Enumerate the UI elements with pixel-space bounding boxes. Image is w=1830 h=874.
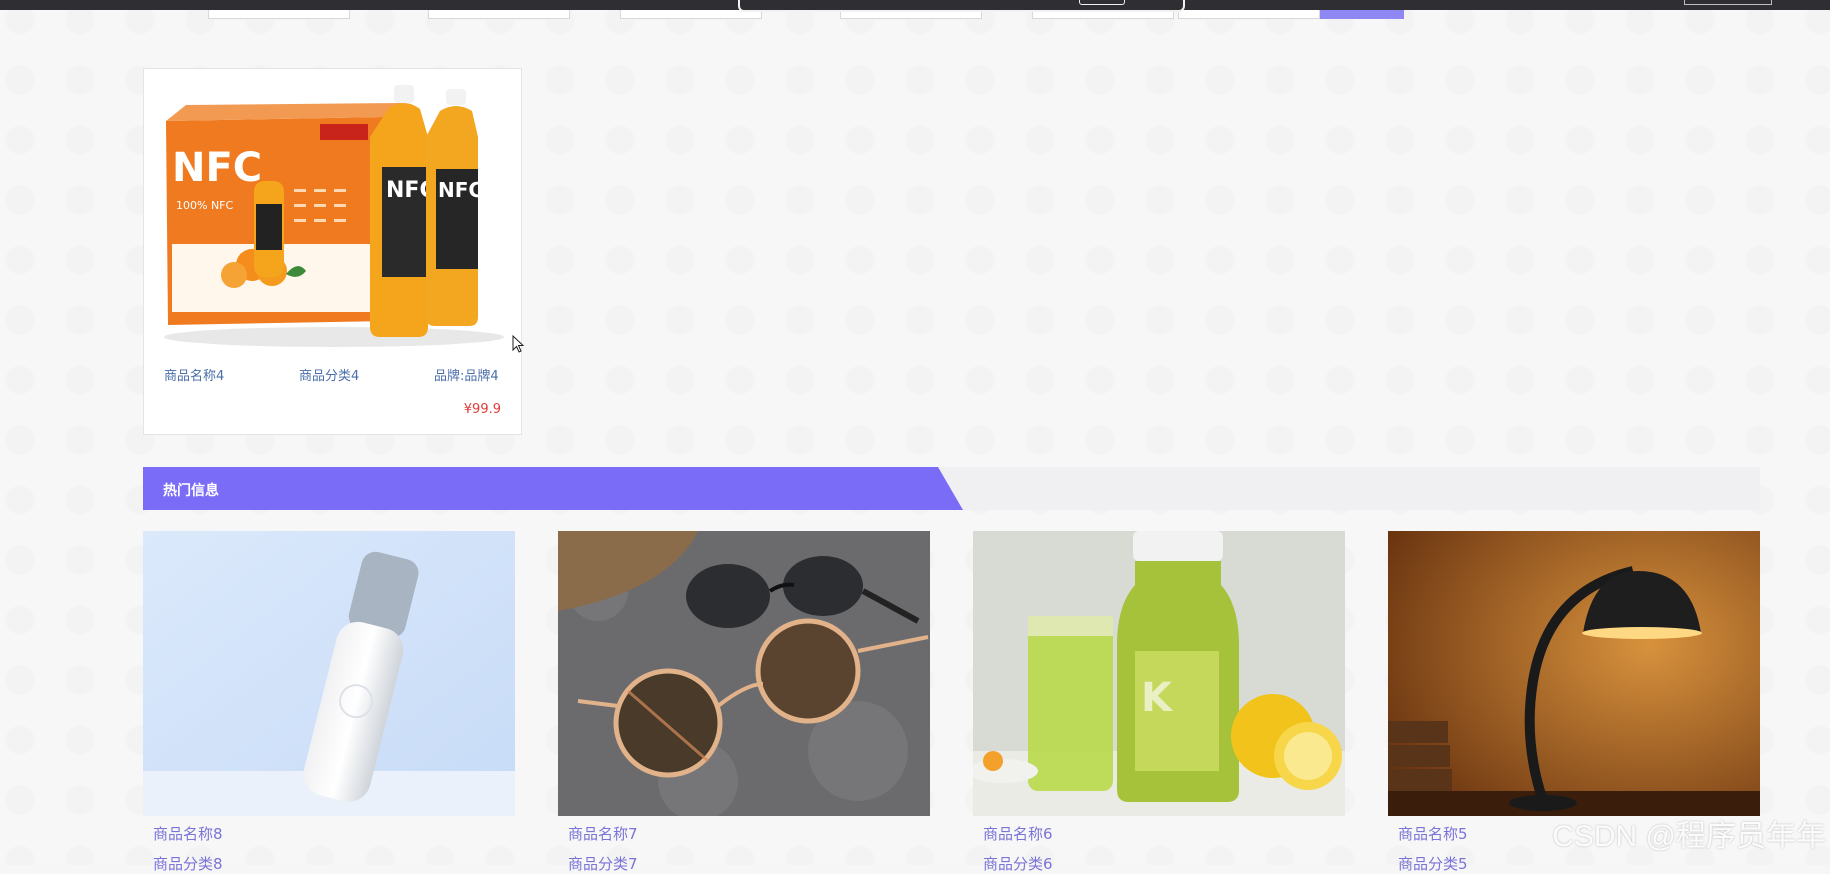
hot-product-name[interactable]: 商品名称8 [153, 823, 223, 844]
featured-product-category[interactable]: 商品分类4 [299, 365, 359, 384]
hot-product-card[interactable]: 商品名称8 商品分类8 [143, 531, 515, 865]
svg-text:NFC: NFC [438, 178, 483, 202]
mouse-cursor-icon [512, 335, 524, 353]
top-overlay-button[interactable] [1079, 0, 1125, 5]
nfc-juice-product-image[interactable]: NFC 100% NFC NFC [144, 69, 521, 356]
csdn-watermark: CSDN @程序员年年 [1552, 811, 1826, 855]
hot-product-card[interactable]: 商品名称7 商品分类7 [558, 531, 930, 865]
sunglasses-image[interactable] [558, 531, 930, 816]
hot-product-name[interactable]: 商品名称6 [983, 823, 1053, 844]
svg-text:NFC: NFC [172, 145, 262, 191]
hot-section-header: 热门信息 [143, 467, 1760, 510]
top-nav-tab[interactable] [208, 10, 350, 19]
hot-product-name[interactable]: 商品名称5 [1398, 823, 1468, 844]
hot-section-title: 热门信息 [163, 480, 219, 500]
top-overlay-panel [738, 0, 1185, 12]
top-nav-tab[interactable] [1178, 10, 1320, 19]
hot-product-category[interactable]: 商品分类8 [153, 853, 223, 874]
featured-product-name[interactable]: 商品名称4 [164, 365, 224, 384]
kiwi-juice-image[interactable]: K [973, 531, 1345, 816]
hot-section-tab: 热门信息 [143, 467, 963, 510]
svg-text:100% NFC: 100% NFC [176, 199, 234, 212]
hot-product-card[interactable]: K 商品名称6 商品分类6 [973, 531, 1345, 865]
hot-product-name[interactable]: 商品名称7 [568, 823, 638, 844]
top-right-button[interactable] [1684, 0, 1772, 5]
top-nav-tab-active[interactable] [1320, 10, 1404, 19]
hot-product-category[interactable]: 商品分类7 [568, 853, 638, 874]
featured-product-brand[interactable]: 品牌:品牌4 [434, 365, 499, 384]
hot-product-category[interactable]: 商品分类5 [1398, 853, 1468, 874]
hot-product-category[interactable]: 商品分类6 [983, 853, 1053, 874]
spray-bottle-image[interactable] [143, 531, 515, 816]
top-nav-tab[interactable] [428, 10, 570, 19]
svg-text:K: K [1141, 675, 1174, 721]
desk-lamp-image[interactable] [1388, 531, 1760, 816]
featured-product-price: ¥99.9 [464, 402, 501, 417]
featured-product-card[interactable]: NFC 100% NFC NFC [143, 68, 522, 435]
